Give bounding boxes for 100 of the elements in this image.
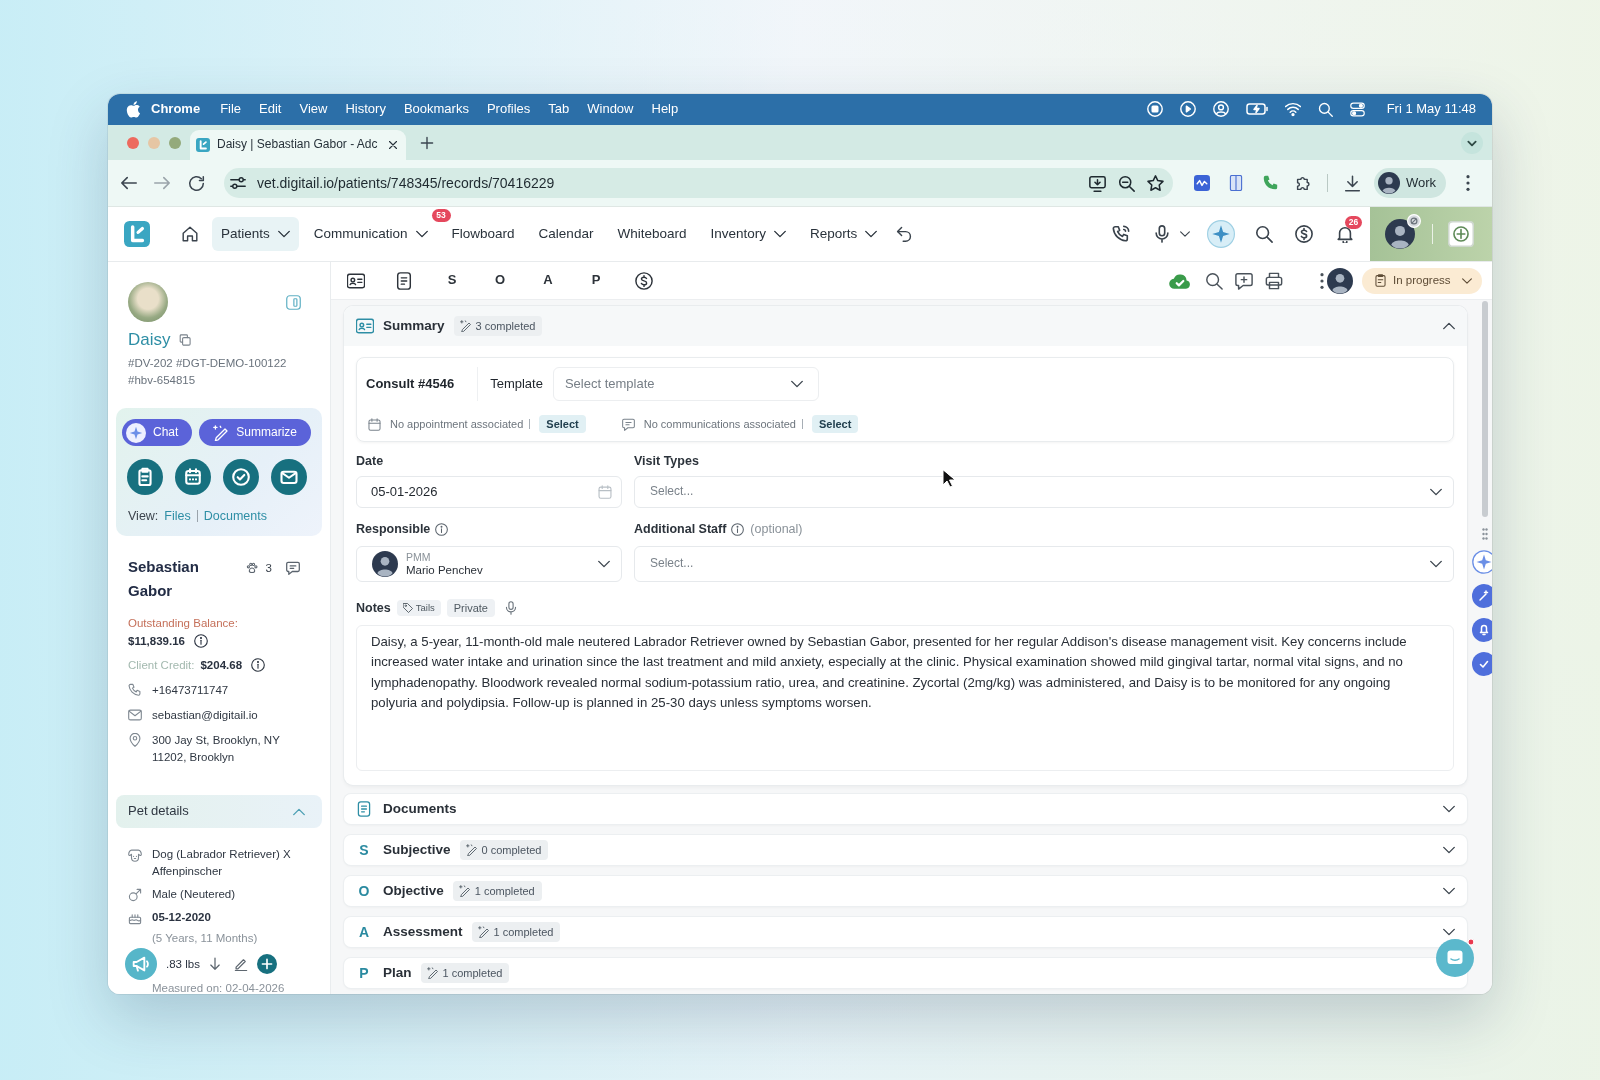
arrow-down-icon[interactable] [207, 957, 222, 971]
sparkle-icon[interactable] [1207, 220, 1235, 248]
download-icon[interactable] [1344, 174, 1361, 192]
avatar-icon[interactable] [1327, 267, 1353, 294]
check-icon[interactable] [223, 459, 259, 495]
menu-item[interactable]: Window [587, 101, 634, 118]
scrollbar-thumb[interactable] [1482, 301, 1488, 517]
microphone-icon[interactable] [1153, 225, 1171, 243]
date-field[interactable]: 05-01-2026 [356, 476, 622, 508]
chat-button[interactable]: Chat [122, 419, 193, 446]
chevron-down-icon[interactable] [1443, 803, 1455, 815]
info-icon[interactable] [731, 522, 745, 536]
staff-select[interactable]: Select... [634, 546, 1454, 582]
responsible-select[interactable]: PMM Mario Penchev [356, 546, 622, 582]
add-icon[interactable] [256, 954, 277, 974]
chevron-down-icon[interactable] [1443, 885, 1455, 897]
select-button[interactable]: Select [539, 415, 586, 433]
menu-item[interactable]: View [299, 101, 328, 118]
menu-item[interactable]: File [220, 101, 242, 118]
section-header[interactable]: A Assessment 1 completed [344, 917, 1467, 947]
section-header[interactable]: S Subjective 0 completed [344, 835, 1467, 865]
chevron-down-icon[interactable] [1443, 926, 1455, 938]
email-link[interactable]: sebastian@digitail.io [152, 707, 300, 724]
soap-tab[interactable]: O [485, 265, 515, 296]
soap-tab[interactable]: P [581, 265, 611, 296]
info-icon[interactable] [435, 522, 449, 536]
close-icon[interactable] [388, 140, 398, 150]
screen-record-icon[interactable] [1146, 101, 1163, 118]
id-card-icon[interactable] [347, 271, 365, 290]
battery-icon[interactable] [1245, 102, 1268, 117]
select-button[interactable]: Select [812, 415, 859, 433]
microphone-icon[interactable] [504, 601, 518, 615]
search-icon[interactable] [1255, 225, 1273, 243]
avatar-icon[interactable] [1385, 219, 1415, 249]
emblem-icon[interactable] [1448, 221, 1474, 247]
logo-icon[interactable] [124, 221, 150, 247]
section-header[interactable]: P Plan 1 completed [344, 958, 1467, 988]
sparkle-icon[interactable] [1472, 550, 1492, 574]
chevron-up-icon[interactable] [1443, 320, 1455, 332]
address-field[interactable]: vet.digitail.io/patients/748345/records/70416229 [224, 168, 1173, 198]
nav-item[interactable]: Calendar [529, 217, 603, 251]
clipboard-icon[interactable] [127, 459, 163, 495]
wifi-icon[interactable] [1284, 101, 1301, 118]
control-center-icon[interactable] [1349, 102, 1365, 117]
soap-tab[interactable]: S [437, 265, 467, 296]
pen-icon[interactable] [233, 957, 248, 971]
notes-field[interactable]: Daisy, a 5-year, 11-month-old male neutered Labrador Retriever owned by Sebastian Gabor, presented for her regular Addison's disease management visit. Key concerns include increased water intake and urination since the last treatment and mild anxiety, especially at the clinic. Physical examination showed mild gingival tartar, normal vital signs, and no lymphadenopathy. Bloodwork revealed normal sodium-potassium ratio, urea, and creatinine. Zycortal (2mg/kg) was administered, and Daisy is to be monitored for any ongoing polyuria and polydipsia. Follow-up is planned in 25-30 days unless symptoms worsen. [356, 625, 1454, 771]
info-icon[interactable] [251, 658, 266, 672]
dollar-icon[interactable] [1295, 225, 1313, 243]
chevron-down-icon[interactable] [1180, 229, 1190, 239]
section-header[interactable]: Documents [344, 794, 1467, 824]
nav-item[interactable]: Inventory [701, 217, 795, 251]
bell-icon[interactable] [1472, 618, 1492, 642]
play-icon[interactable] [1179, 101, 1196, 118]
zoom-out-icon[interactable] [1118, 174, 1135, 192]
menu-item[interactable]: Bookmarks [403, 101, 469, 118]
sliders-icon[interactable] [230, 175, 246, 191]
menu-item[interactable]: Edit [259, 101, 282, 118]
apple-icon[interactable] [126, 101, 141, 118]
dollar-icon[interactable] [635, 271, 653, 290]
search-icon[interactable] [1317, 102, 1333, 117]
nav-item[interactable]: Reports [801, 217, 887, 251]
phone-number[interactable]: +16473711747 [152, 682, 300, 699]
comment-plus-icon[interactable] [1235, 271, 1253, 290]
waveform-icon[interactable] [1194, 175, 1210, 191]
more-icon[interactable] [1320, 272, 1324, 289]
menu-item[interactable]: Tab [548, 101, 570, 118]
note-tag[interactable]: Tails [396, 600, 441, 616]
soap-tab[interactable]: A [533, 265, 563, 296]
menu-item[interactable]: Profiles [486, 101, 531, 118]
summary-header[interactable]: Summary 3 completed [344, 306, 1467, 346]
profile-button[interactable]: Work [1374, 168, 1447, 198]
summarize-button[interactable]: Summarize [199, 419, 312, 446]
comment-icon[interactable] [286, 561, 300, 576]
status-dropdown[interactable]: In progress [1362, 267, 1482, 294]
plus-icon[interactable] [420, 135, 434, 150]
visit-types-select[interactable]: Select... [634, 476, 1454, 508]
puzzle-icon[interactable] [1296, 175, 1312, 191]
mail-icon[interactable] [271, 459, 307, 495]
book-icon[interactable] [1228, 175, 1244, 191]
document-icon[interactable] [395, 271, 413, 290]
chevron-down-icon[interactable] [1443, 844, 1455, 856]
template-select[interactable]: Select template [552, 367, 819, 401]
chevron-down-icon[interactable] [1461, 131, 1483, 154]
info-icon[interactable] [193, 634, 208, 648]
pet-details-header[interactable]: Pet details [116, 795, 322, 828]
note-tag[interactable]: Private [446, 599, 495, 617]
check-icon[interactable] [1472, 652, 1492, 676]
pencil-sparkle-icon[interactable] [1472, 584, 1492, 608]
drag-handle-icon[interactable] [1482, 528, 1488, 540]
nav-item[interactable]: Whiteboard [608, 217, 696, 251]
reload-icon[interactable] [188, 174, 205, 192]
section-header[interactable]: O Objective 1 completed [344, 876, 1467, 906]
app-menu[interactable]: Chrome [151, 101, 201, 118]
undo-icon[interactable] [896, 226, 913, 242]
printer-icon[interactable] [1265, 271, 1283, 290]
star-icon[interactable] [1147, 174, 1164, 192]
calendar-icon[interactable] [175, 459, 211, 495]
bell-icon[interactable] [1336, 225, 1354, 243]
user-icon[interactable] [1212, 101, 1229, 118]
